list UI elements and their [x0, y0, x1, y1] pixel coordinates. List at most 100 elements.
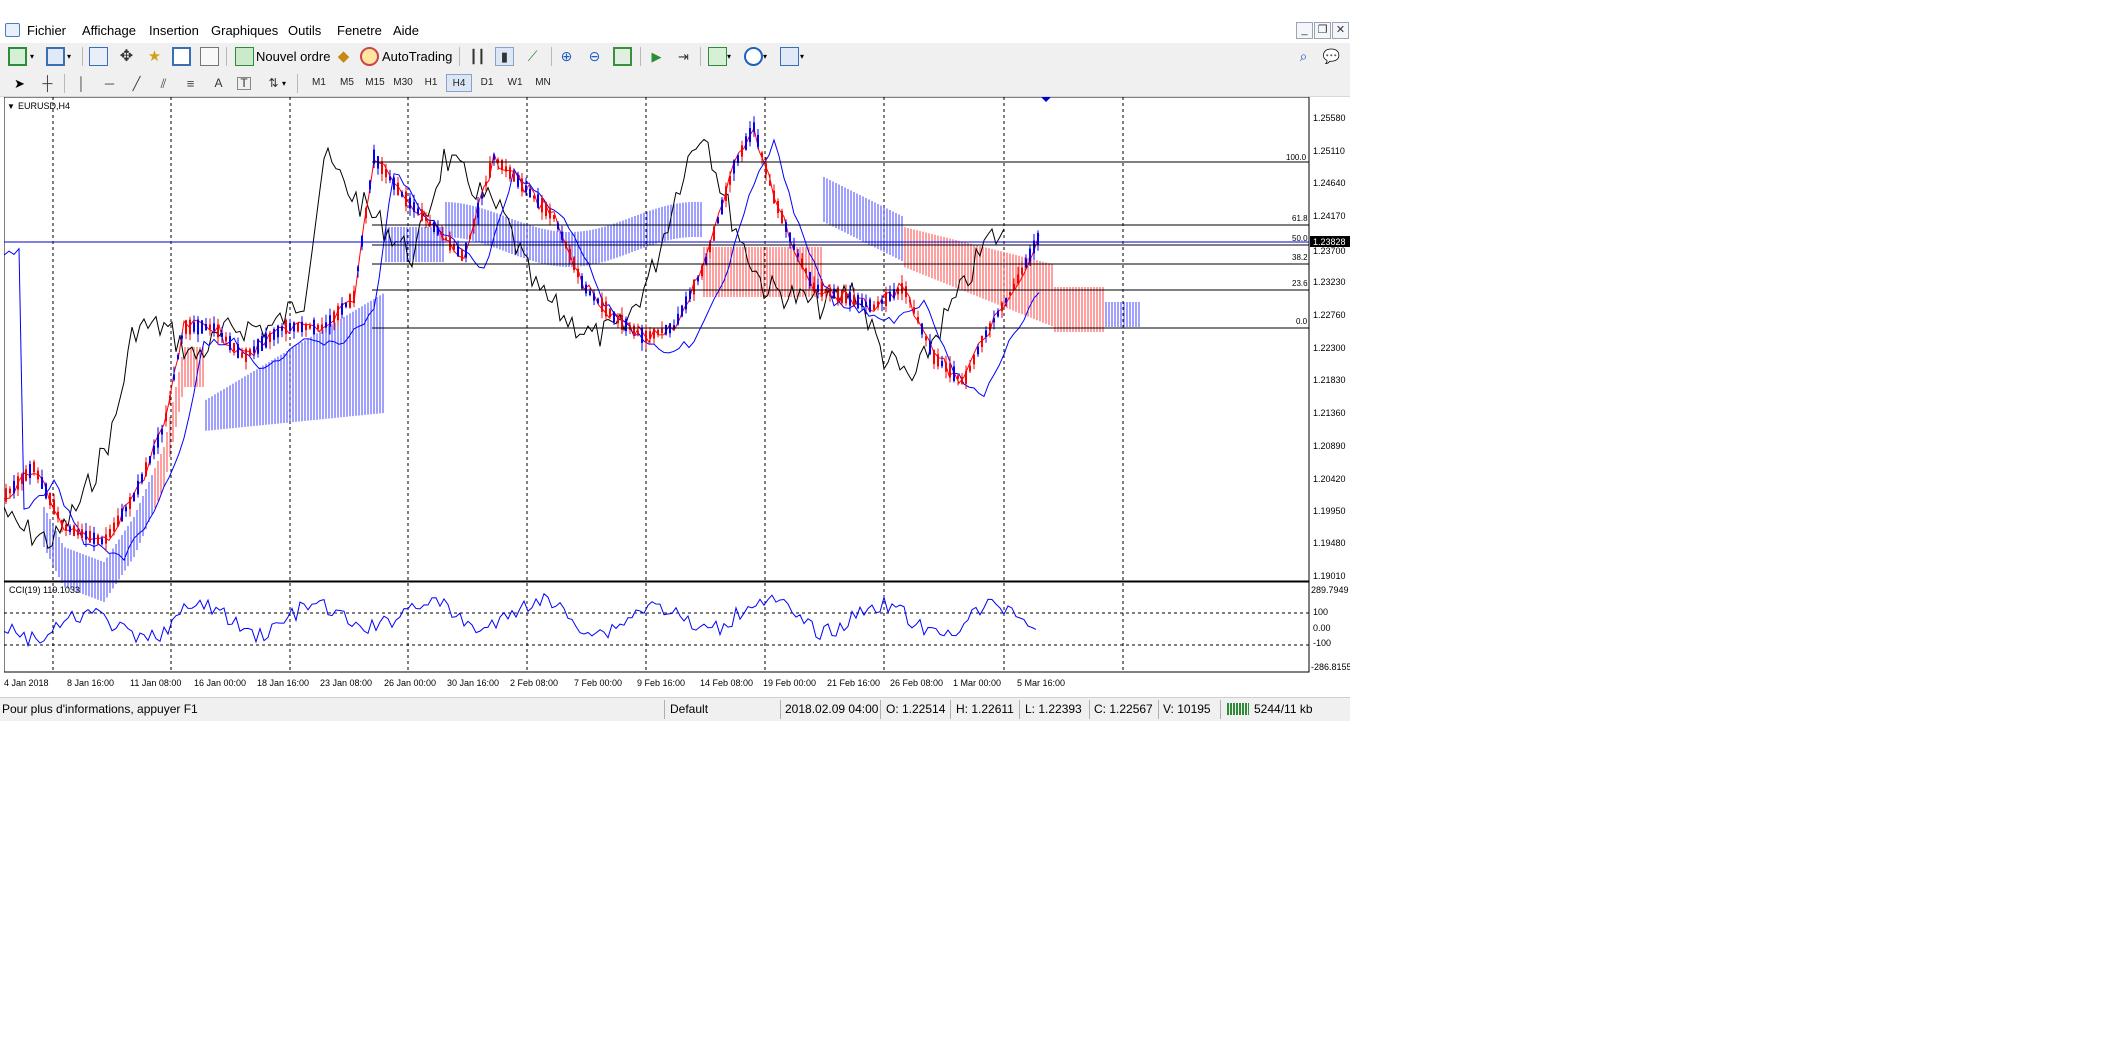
menu-fenetre[interactable]: Fenetre — [337, 23, 382, 38]
candle-body — [953, 366, 955, 381]
menu-outils[interactable]: Outils — [288, 23, 321, 38]
trendline-icon[interactable]: ╱ — [127, 74, 146, 93]
chat-icon[interactable]: 💬 — [1322, 47, 1341, 66]
metatrader-window: Fichier Affichage Insertion Graphiques O… — [0, 0, 1350, 721]
candle-body — [789, 232, 791, 242]
strategy-tester-icon[interactable] — [200, 47, 219, 66]
chevron-down-icon[interactable]: ▾ — [763, 47, 771, 66]
navigator-icon[interactable]: ★ — [145, 47, 164, 66]
autotrading-icon[interactable] — [360, 47, 379, 66]
price-chart[interactable]: EURUSD,H4 ▼ 1.23828 1.25580 1.25110 1.24… — [4, 97, 1350, 693]
market-watch-icon[interactable] — [89, 47, 108, 66]
terminal-icon[interactable] — [172, 47, 191, 66]
time-tick: 1 Mar 00:00 — [953, 678, 1001, 688]
cursor-icon[interactable]: ➤ — [10, 74, 29, 93]
chevron-down-icon[interactable]: ▾ — [30, 47, 38, 66]
fibo-level-label: 0.0 — [1296, 317, 1308, 326]
templates-icon[interactable] — [780, 47, 799, 66]
candle-body — [849, 292, 851, 306]
candle-body — [721, 199, 723, 215]
indicator-tick: -100 — [1313, 638, 1331, 648]
chevron-down-icon[interactable]: ▾ — [727, 47, 735, 66]
candle-body — [305, 323, 307, 331]
timeframe-m5[interactable]: M5 — [334, 74, 360, 92]
candle-body — [413, 202, 415, 212]
timeframe-m1[interactable]: M1 — [306, 74, 332, 92]
indicators-icon[interactable] — [708, 47, 727, 66]
new-chart-icon[interactable] — [8, 47, 27, 66]
candle-body — [685, 296, 687, 310]
candle-body — [109, 528, 111, 538]
timeframe-d1[interactable]: D1 — [474, 74, 500, 92]
toolbar-separator — [640, 47, 641, 66]
timeframe-h1[interactable]: H1 — [418, 74, 444, 92]
menu-insertion[interactable]: Insertion — [149, 23, 199, 38]
chart-shift-icon[interactable]: ⇥ — [674, 47, 693, 66]
candle-body — [925, 336, 927, 341]
candle-body — [73, 525, 75, 536]
line-chart-icon[interactable]: ⟋ — [523, 47, 542, 66]
new-order-icon[interactable] — [235, 47, 254, 66]
auto-scroll-icon[interactable]: ▶ — [647, 47, 666, 66]
meta-editor-icon[interactable]: ◆ — [334, 47, 353, 66]
close-icon[interactable]: ✕ — [1332, 22, 1349, 39]
candle-body — [489, 163, 491, 178]
candle-body — [909, 299, 911, 303]
candle-body — [409, 197, 411, 209]
text-icon[interactable]: A — [209, 74, 228, 93]
candle-body — [529, 188, 531, 198]
chevron-down-icon[interactable]: ▾ — [67, 47, 75, 66]
menu-aide[interactable]: Aide — [393, 23, 419, 38]
periods-icon[interactable] — [744, 47, 763, 66]
vertical-line-icon[interactable]: │ — [72, 74, 91, 93]
bar-chart-icon[interactable]: ┃┃ — [468, 47, 487, 66]
candle-body — [885, 291, 887, 307]
candle-body — [941, 361, 943, 367]
chevron-down-icon[interactable]: ▾ — [282, 74, 290, 93]
candle-body — [853, 295, 855, 306]
status-open: O: 1.22514 — [886, 702, 946, 716]
candle-body — [385, 168, 387, 178]
horizontal-line-icon[interactable]: ─ — [100, 74, 119, 93]
candle-body — [921, 323, 923, 335]
status-bar: Pour plus d'informations, appuyer F1 Def… — [0, 697, 1350, 721]
search-icon[interactable]: ⌕ — [1294, 47, 1313, 66]
candle-body — [805, 268, 807, 274]
zoom-out-icon[interactable]: ⊖ — [585, 47, 604, 66]
candle-body — [785, 222, 787, 232]
restore-icon[interactable]: ❐ — [1314, 22, 1331, 39]
new-order-button[interactable]: Nouvel ordre — [256, 46, 330, 67]
crosshair-icon[interactable]: ✥ — [117, 47, 136, 66]
timeframe-h4[interactable]: H4 — [446, 74, 472, 92]
candle-body — [297, 322, 299, 332]
chevron-down-icon[interactable]: ▾ — [800, 47, 808, 66]
candle-body — [393, 177, 395, 190]
candle-body — [857, 295, 859, 309]
timeframe-m30[interactable]: M30 — [390, 74, 416, 92]
candle-body — [37, 470, 39, 480]
text-label-icon[interactable]: T — [237, 77, 251, 90]
tile-windows-icon[interactable] — [613, 47, 632, 66]
profiles-icon[interactable] — [46, 47, 65, 66]
candlestick-icon[interactable]: ▮ — [495, 47, 514, 66]
crosshair-icon[interactable]: ┼ — [38, 74, 57, 93]
timeframe-m15[interactable]: M15 — [362, 74, 388, 92]
arrows-icon[interactable]: ⇅ — [264, 74, 283, 93]
timeframe-w1[interactable]: W1 — [502, 74, 528, 92]
menu-fichier[interactable]: Fichier — [27, 23, 66, 38]
menu-graphiques[interactable]: Graphiques — [211, 23, 278, 38]
chart-window[interactable]: EURUSD,H4 ▼ 1.23828 1.25580 1.25110 1.24… — [4, 97, 1350, 693]
status-profile[interactable]: Default — [670, 702, 708, 716]
autotrading-button[interactable]: AutoTrading — [382, 46, 452, 67]
candle-body — [817, 284, 819, 292]
candle-body — [69, 526, 71, 533]
candle-body — [781, 210, 783, 224]
menu-affichage[interactable]: Affichage — [82, 23, 136, 38]
channel-icon[interactable]: ⫽ — [154, 74, 173, 93]
zoom-in-icon[interactable]: ⊕ — [557, 47, 576, 66]
candle-body — [1025, 258, 1027, 268]
candle-body — [609, 308, 611, 318]
fibonacci-icon[interactable]: ≡ — [181, 74, 200, 93]
minimize-icon[interactable]: _ — [1296, 22, 1313, 39]
timeframe-mn[interactable]: MN — [530, 74, 556, 92]
